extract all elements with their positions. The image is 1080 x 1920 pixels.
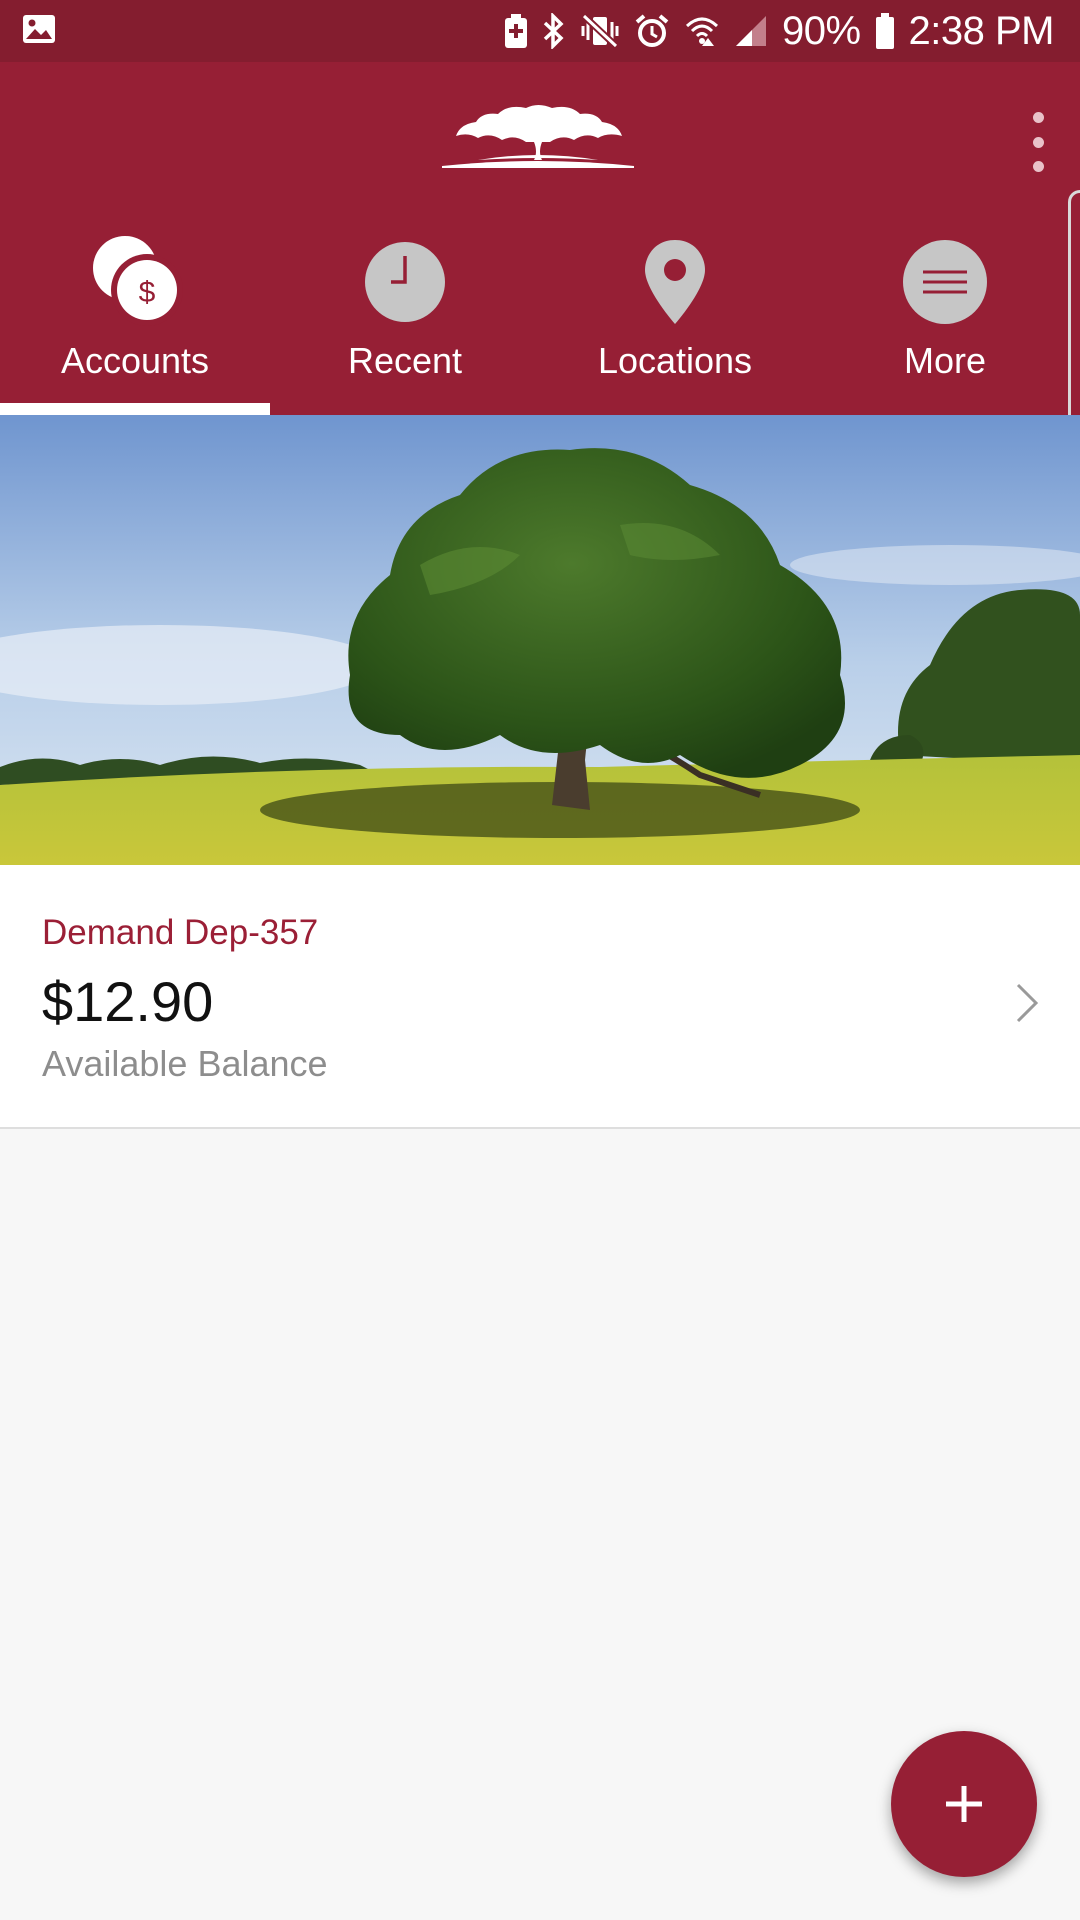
oak-tree-logo — [438, 102, 638, 172]
battery-icon — [875, 13, 895, 49]
tab-accounts[interactable]: $ Accounts — [0, 232, 270, 415]
alarm-icon — [634, 13, 670, 49]
tab-locations[interactable]: Locations — [540, 232, 810, 415]
add-button[interactable] — [891, 1731, 1037, 1877]
tab-recent-label: Recent — [347, 340, 463, 381]
battery-percent: 90% — [781, 8, 861, 53]
tab-more[interactable]: More — [810, 232, 1080, 415]
svg-text:$: $ — [139, 276, 156, 309]
more-vert-icon[interactable] — [1018, 106, 1058, 178]
app-bar: $ Accounts Recent Locations More — [0, 62, 1080, 550]
tab-recent[interactable]: Recent — [270, 232, 540, 415]
menu-icon — [895, 232, 995, 332]
image-icon — [22, 14, 56, 44]
tab-locations-label: Locations — [597, 340, 753, 381]
account-card[interactable]: Demand Dep-357 $12.90 Available Balance — [0, 865, 1080, 1129]
vibrate-icon — [580, 14, 620, 48]
clock-time: 2:38 PM — [908, 8, 1055, 53]
location-pin-icon — [625, 232, 725, 332]
hero-image-oak-tree — [0, 415, 1080, 865]
bluetooth-icon — [542, 13, 566, 49]
tab-bar: $ Accounts Recent Locations More — [0, 232, 1080, 415]
selected-tab-indicator — [0, 403, 270, 415]
wifi-icon — [684, 14, 720, 48]
account-balance-label: Available Balance — [42, 1043, 328, 1084]
account-balance: $12.90 — [42, 970, 214, 1033]
account-name: Demand Dep-357 — [42, 913, 319, 952]
status-bar: 90% 2:38 PM — [0, 0, 1080, 62]
clock-icon — [355, 232, 455, 332]
battery-saver-icon — [504, 14, 528, 48]
signal-icon — [734, 14, 768, 48]
tab-more-label: More — [903, 340, 987, 381]
accounts-coins-icon: $ — [85, 232, 185, 332]
plus-icon — [946, 1786, 982, 1822]
chevron-right-icon — [1012, 981, 1042, 1025]
tab-accounts-label: Accounts — [60, 340, 210, 381]
